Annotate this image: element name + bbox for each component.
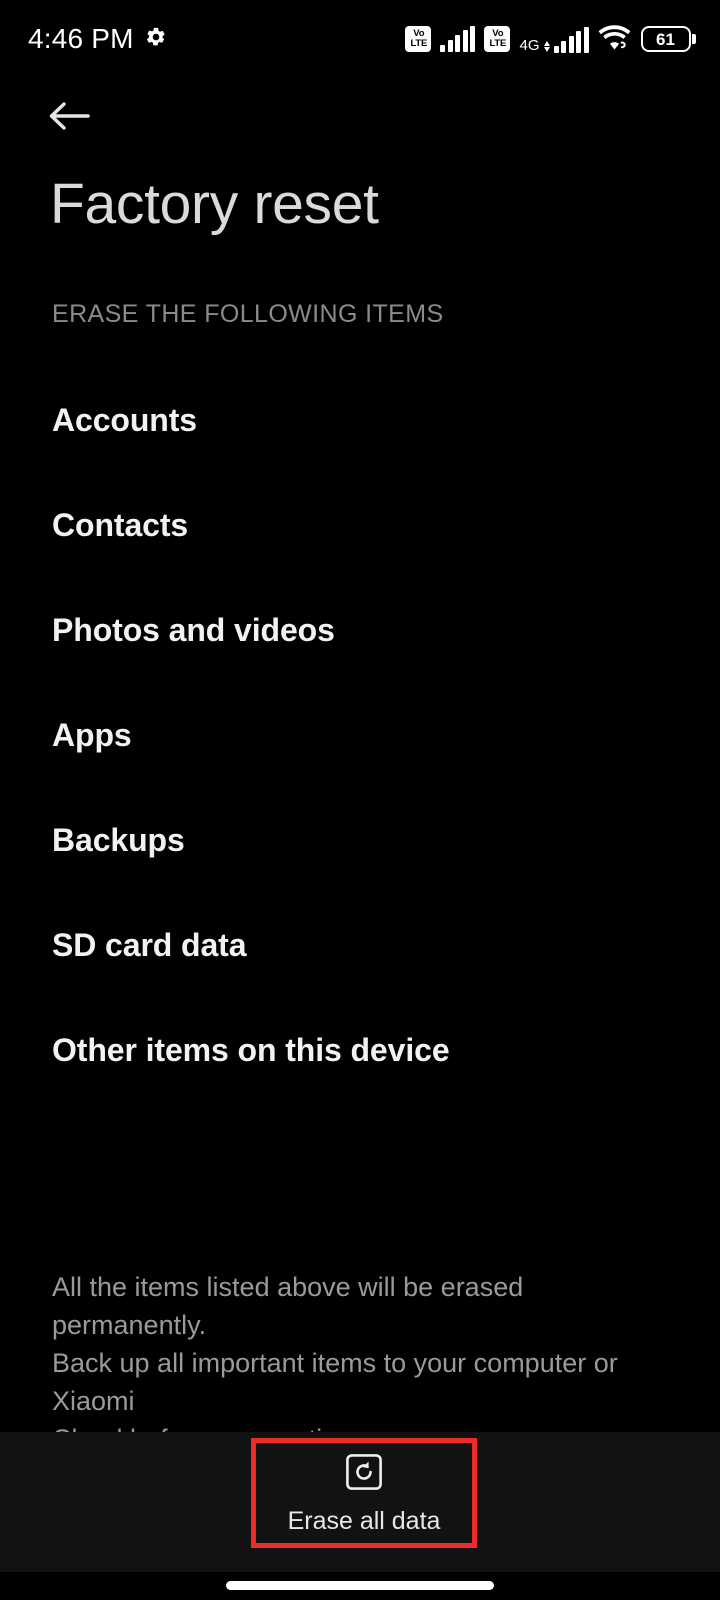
home-pill[interactable] xyxy=(226,1581,494,1590)
gesture-nav-bar xyxy=(0,1572,720,1600)
network-type-label: 4G xyxy=(519,36,540,54)
volte-line-2-sim2: LTE xyxy=(489,38,506,49)
bottom-action-bar: Erase all data xyxy=(0,1432,720,1572)
list-item-label: Photos and videos xyxy=(52,612,335,648)
wifi-icon xyxy=(598,23,632,56)
status-bar-left: 4:46 PM xyxy=(28,25,167,53)
erase-all-data-label: Erase all data xyxy=(287,1506,441,1535)
list-item-accounts: Accounts xyxy=(0,368,720,473)
battery-tip xyxy=(692,34,696,44)
reset-circle-icon xyxy=(345,1453,383,1496)
section-header: ERASE THE FOLLOWING ITEMS xyxy=(52,300,444,328)
list-item-label: Apps xyxy=(52,717,132,753)
signal-bars-sim2 xyxy=(553,26,589,53)
list-item-label: Backups xyxy=(52,822,185,858)
list-item-label: Accounts xyxy=(52,402,197,438)
signal-bars-sim1 xyxy=(440,26,476,52)
list-item-backups: Backups xyxy=(0,788,720,893)
list-item-apps: Apps xyxy=(0,683,720,788)
status-bar: 4:46 PM Vo LTE Vo LTE 4G 61 xyxy=(0,0,720,78)
battery-percent-label: 61 xyxy=(656,29,675,49)
status-bar-clock: 4:46 PM xyxy=(28,23,134,54)
volte-icon-sim1: Vo LTE xyxy=(405,26,432,52)
erase-items-list: Accounts Contacts Photos and videos Apps… xyxy=(0,368,720,1103)
data-transfer-arrows-icon xyxy=(543,26,550,53)
page-title: Factory reset xyxy=(50,172,379,236)
gear-icon xyxy=(145,26,167,53)
list-item-label: Contacts xyxy=(52,507,189,543)
list-item-photos-and-videos: Photos and videos xyxy=(0,578,720,683)
list-item-contacts: Contacts xyxy=(0,473,720,578)
list-item-other-items-on-this-device: Other items on this device xyxy=(0,998,720,1103)
mobile-data-indicator: 4G xyxy=(519,26,589,54)
arrow-left-icon xyxy=(48,99,92,138)
list-item-label: SD card data xyxy=(52,927,247,963)
factory-reset-screen: 4:46 PM Vo LTE Vo LTE 4G 61 Factory rese… xyxy=(0,0,720,1600)
list-item-sd-card-data: SD card data xyxy=(0,893,720,998)
status-bar-right: Vo LTE Vo LTE 4G 61 xyxy=(405,23,696,56)
volte-line-2: LTE xyxy=(410,38,427,49)
list-item-label: Other items on this device xyxy=(52,1032,450,1068)
disclaimer-line-2: Back up all important items to your comp… xyxy=(52,1348,618,1416)
erase-all-data-button[interactable]: Erase all data xyxy=(251,1438,477,1548)
volte-icon-sim2: Vo LTE xyxy=(484,26,511,52)
back-button[interactable] xyxy=(38,90,102,146)
battery-indicator: 61 xyxy=(640,26,696,52)
disclaimer-line-1: All the items listed above will be erase… xyxy=(52,1272,524,1340)
